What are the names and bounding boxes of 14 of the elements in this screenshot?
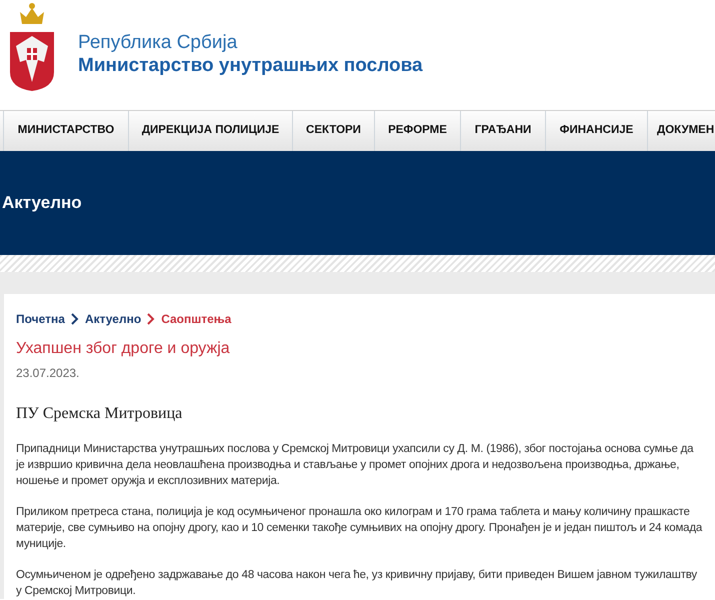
breadcrumb-link[interactable]: Актуелно xyxy=(84,310,142,328)
article-title: Ухапшен због дроге и оружја xyxy=(16,339,231,359)
country-name: Република Србија xyxy=(78,32,238,54)
breadcrumb-link[interactable]: Почетна xyxy=(16,310,65,328)
article-date: 23.07.2023. xyxy=(16,365,80,382)
ministry-name: Министарство унутрашњих послова xyxy=(78,54,423,78)
article-subtitle: ПУ Сремска Митровица xyxy=(16,404,184,424)
article-paragraph: Приликом претреса стана, полиција је код осумњиченог пронашла око килограм и 170 грама таблета и мању количину прашкасте материје, све сумњиво на опојну дрогу, као и 10 семенки такође сумњивих на опојну дрогу. Пронађен је и један пиштољ и 24 комада муниције. xyxy=(16,505,703,552)
page-banner: Актуелно xyxy=(0,151,715,255)
chevron-right-icon xyxy=(70,313,79,325)
article-paragraph: Припадници Министарства унутрашњих послова у Сремској Митровици ухапсили су Д. М. (1986), због постојања основа сумње да је извршио кривична дела неовлашћена производња и стављање у промет опојних дрога и недозвољена производња, држање, ношење и промет оружја и експлозивних материја. xyxy=(16,442,694,489)
article-paragraph: Осумњиченом је одређено задржавање до 48 часова након чега ће, уз кривичну пријаву, бити приведен Вишем јавном тужилаштву у Сремској Митровици. xyxy=(16,568,698,599)
breadcrumb-link[interactable]: Саопштења xyxy=(161,310,232,328)
chevron-right-icon xyxy=(147,313,156,325)
